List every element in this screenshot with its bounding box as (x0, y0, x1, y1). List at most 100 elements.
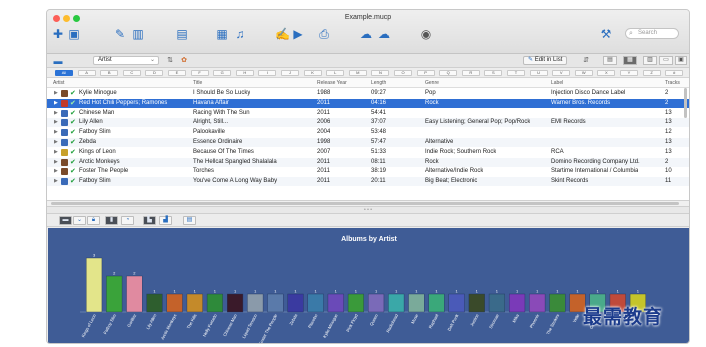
search-field[interactable]: ⌕ Search (625, 28, 679, 39)
alpha-index-all[interactable]: All (55, 70, 73, 76)
cell-length: 54:41 (371, 109, 387, 116)
secondary-toolbar: ▬ Artist ⌄ ⇅ ✿ ✎ Edit in List ⇵ ▤ ▦ ▥ ▭ … (47, 54, 689, 68)
alpha-index-b[interactable]: B (100, 70, 119, 76)
alpha-index-f[interactable]: F (190, 70, 209, 76)
alpha-index-i[interactable]: I (258, 70, 277, 76)
bar-chart-button[interactable]: ▮ (105, 216, 118, 225)
cloud-upload-icon[interactable]: ☁ (377, 27, 391, 41)
disclosure-triangle-icon[interactable]: ▶ (54, 129, 58, 136)
alpha-index-h[interactable]: H (235, 70, 254, 76)
alpha-index-a[interactable]: A (77, 70, 96, 76)
edit-in-list-button[interactable]: ✎ Edit in List (523, 56, 568, 65)
export-chart-button[interactable]: ▤ (183, 216, 196, 225)
grid-icon[interactable]: ▦ (215, 27, 229, 41)
alpha-index-s[interactable]: S (484, 70, 503, 76)
lock-icon[interactable]: 🔒︎ (87, 216, 100, 225)
disclosure-triangle-icon[interactable]: ▶ (54, 100, 58, 107)
settings-tools-icon[interactable]: ⚒ (599, 27, 613, 41)
table-row[interactable]: ▶ ✔ Kylie Minogue I Should Be So Lucky 1988 0… (47, 89, 689, 98)
print-icon[interactable]: ⎙ (317, 27, 331, 41)
line-chart-button[interactable]: ▟ (159, 216, 172, 225)
view-card-button[interactable]: ▭ (659, 56, 673, 65)
column-header-release-year[interactable]: Release Year (317, 80, 347, 86)
cloud-sync-icon[interactable]: ☁ (359, 27, 373, 41)
color-wheel-icon[interactable]: ✿ (177, 54, 191, 68)
disclosure-triangle-icon[interactable]: ▶ (54, 110, 58, 117)
pane-splitter[interactable]: • • • (47, 206, 689, 214)
view-by-dropdown[interactable]: Artist ⌄ (93, 56, 159, 65)
alpha-index-r[interactable]: R (461, 70, 480, 76)
alpha-index-hash[interactable]: # (665, 70, 684, 76)
disclosure-triangle-icon[interactable]: ▶ (54, 90, 58, 97)
add-folder-icon[interactable]: ▣ (67, 27, 81, 41)
list-view-icon[interactable]: ▤ (175, 27, 189, 41)
alpha-index-w[interactable]: W (574, 70, 593, 76)
alpha-index-e[interactable]: E (168, 70, 186, 76)
disclosure-triangle-icon[interactable]: ▶ (54, 168, 58, 175)
column-header-artist[interactable]: Artist (53, 80, 64, 86)
view-list-button[interactable]: ▤ (603, 56, 617, 65)
column-header-genre[interactable]: Genre (425, 80, 439, 86)
trash-icon[interactable]: ▥ (131, 27, 145, 41)
owned-check-icon: ✔ (70, 109, 76, 117)
alpha-index-m[interactable]: M (348, 70, 367, 76)
alpha-index-l[interactable]: L (326, 70, 345, 76)
disclosure-triangle-icon[interactable]: ▶ (54, 139, 58, 146)
play-icon[interactable]: ▶ (291, 27, 305, 41)
alpha-index-n[interactable]: N (371, 70, 390, 76)
table-row[interactable]: ▶ ✔ Kings of Leon Because Of The Times 2007 5… (47, 148, 689, 157)
disclosure-triangle-icon[interactable]: ▶ (54, 178, 58, 185)
cell-length: 57:47 (371, 139, 387, 145)
folder-icon[interactable]: ▬ (51, 54, 65, 68)
horizontal-scroll-thumb[interactable] (51, 202, 679, 205)
alpha-index-g[interactable]: G (213, 70, 232, 76)
alpha-index-c[interactable]: C (122, 70, 141, 76)
alpha-index-v[interactable]: V (552, 70, 571, 76)
alpha-index-o[interactable]: O (394, 70, 412, 76)
column-header-title[interactable]: Title (193, 80, 202, 86)
bar-value-label: 1 (617, 289, 620, 294)
alpha-index-u[interactable]: U (529, 70, 548, 76)
disc-icon[interactable]: ◉ (419, 27, 433, 41)
alpha-index-z[interactable]: Z (642, 70, 661, 76)
sort-icon[interactable]: ⇅ (163, 54, 177, 68)
alpha-index-k[interactable]: K (303, 70, 322, 76)
pie-chart-button[interactable]: ◔ (121, 216, 134, 225)
music-note-icon[interactable]: ♫ (233, 27, 247, 41)
column-header-label[interactable]: Label (551, 80, 563, 86)
table-row[interactable]: ▶ ✔ Fatboy Slim You've Come A Long Way Baby… (47, 177, 689, 187)
folder-chart-button[interactable]: ▬ (59, 216, 72, 225)
view-table-button[interactable]: ▦ (623, 56, 637, 65)
table-row[interactable]: ▶ ✔ Zebda Essence Ordinaire 1998 57:47 Alterna… (47, 138, 689, 147)
sort-columns-icon[interactable]: ⇵ (579, 54, 593, 68)
alpha-index-p[interactable]: P (416, 70, 435, 76)
edit-record-icon[interactable]: ✍ (275, 27, 290, 41)
vertical-scrollbar[interactable] (684, 88, 687, 118)
disclosure-triangle-icon[interactable]: ▶ (54, 159, 58, 166)
column-header-length[interactable]: Length (371, 80, 386, 86)
table-row[interactable]: ▶ ✔ Fatboy Slim Palookaville 2004 53:48 12 (47, 128, 689, 137)
add-icon[interactable]: ✚ (51, 27, 65, 41)
disclosure-triangle-icon[interactable]: ▶ (54, 119, 58, 126)
column-chart-button[interactable]: ▙ (143, 216, 156, 225)
table-row[interactable]: ▶ ✔ Red Hot Chili Peppers; Ramones Havana A… (47, 98, 689, 108)
chart-bar (327, 293, 344, 313)
alpha-index-d[interactable]: D (145, 70, 164, 76)
chevron-down-icon[interactable]: ⌄ (73, 216, 86, 225)
alpha-index-q[interactable]: Q (439, 70, 458, 76)
alpha-index-y[interactable]: Y (620, 70, 638, 76)
view-split-button[interactable]: ▥ (643, 56, 657, 65)
alpha-index-t[interactable]: T (507, 70, 525, 76)
watermark-logo: 最需教育 (583, 306, 664, 328)
column-header-tracks[interactable]: Tracks (665, 80, 680, 86)
table-row[interactable]: ▶ ✔ Lily Allen Alright, Still... 2006 37:07 Ea… (47, 118, 689, 128)
table-row[interactable]: ▶ ✔ Arctic Monkeys The Hellcat Spangled Sha… (47, 157, 689, 167)
view-detail-button[interactable]: ▣ (675, 56, 687, 65)
edit-pencil-icon[interactable]: ✎ (113, 27, 127, 41)
table-row[interactable]: ▶ ✔ Foster The People Torches 2011 38:19 Alter… (47, 167, 689, 176)
alpha-index-j[interactable]: J (281, 70, 299, 76)
bar-value-label: 1 (174, 289, 177, 294)
alpha-index-x[interactable]: X (597, 70, 616, 76)
table-row[interactable]: ▶ ✔ Chinese Man Racing With The Sun 2011 54:4… (47, 109, 689, 118)
disclosure-triangle-icon[interactable]: ▶ (54, 149, 58, 156)
